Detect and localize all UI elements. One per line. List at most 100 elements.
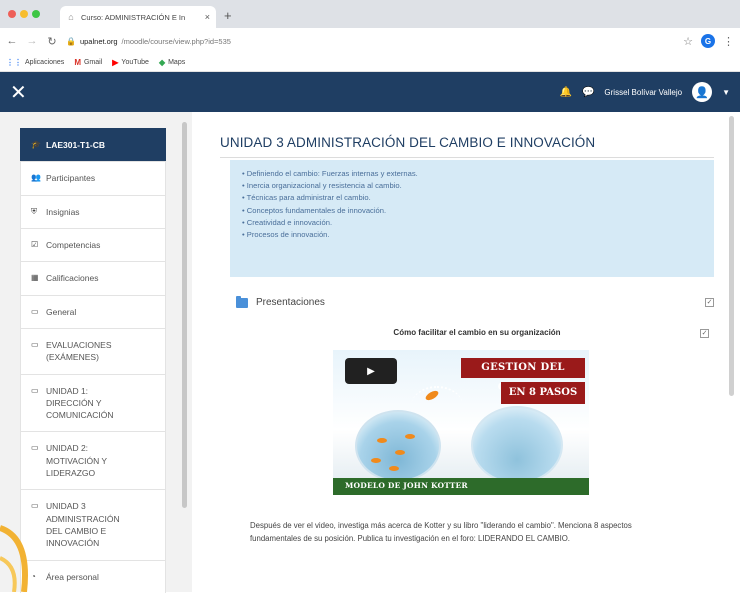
shield-icon: ⛨ [31, 206, 37, 216]
moodle-favicon-icon: ⌂ [68, 12, 74, 22]
bookmark-label: YouTube [121, 59, 149, 66]
drawer-item-label: UNIDAD 3 ADMINISTRACIÓN DEL CAMBIO E INN… [46, 501, 120, 549]
site-navbar: ✕ 🔔 💬 Grissel Bolívar Vallejo 👤 ▼ [0, 72, 740, 112]
drawer-list: 🎓 LAE301-T1-CB 👥 Participantes ⛨ Insigni… [20, 128, 166, 593]
topics-box: Definiendo el cambio: Fuerzas internas y… [230, 160, 714, 277]
course-content: UNIDAD 3 ADMINISTRACIÓN DEL CAMBIO E INN… [192, 112, 740, 592]
bookmark-label: Aplicaciones [25, 59, 65, 66]
bookmarks-bar: ⋮⋮ Aplicaciones M Gmail ▶ YouTube ◆ Maps [0, 54, 740, 72]
drawer-item-participantes[interactable]: 👥 Participantes [20, 161, 166, 195]
drawer-item-label: Insignias [46, 206, 80, 217]
bookmark-gmail[interactable]: M Gmail [74, 58, 102, 67]
close-window-dot[interactable] [8, 10, 16, 18]
topic-item: Procesos de innovación. [242, 229, 702, 241]
title-divider [220, 157, 714, 158]
back-arrow-icon[interactable]: ← [6, 35, 18, 47]
chevron-down-icon[interactable]: ▼ [722, 88, 730, 97]
folder-icon: ▭ [31, 443, 39, 453]
resource-label: Presentaciones [256, 297, 325, 308]
url-field[interactable]: 🔒 upalnet.org/moodle/course/view.php?id=… [66, 37, 675, 46]
tab-close-icon[interactable]: × [205, 12, 210, 22]
apps-icon: ⋮⋮ [6, 58, 22, 67]
drawer-item-unidad-3[interactable]: ▭ UNIDAD 3 ADMINISTRACIÓN DEL CAMBIO E I… [20, 489, 166, 560]
url-domain: upalnet.org [79, 36, 118, 46]
bookmark-apps[interactable]: ⋮⋮ Aplicaciones [6, 58, 64, 67]
youtube-icon: ▶ [112, 58, 119, 67]
messages-chat-icon[interactable]: 💬 [582, 87, 594, 98]
completion-checkbox[interactable]: ✓ [700, 329, 709, 338]
video-embed[interactable]: ▶ GESTION DEL CAMBIO EN 8 PASOS MODELO D… [333, 350, 589, 495]
topic-item: Inercia organizacional y resistencia al … [242, 180, 702, 192]
main-scrollbar[interactable] [729, 116, 734, 396]
drawer-item-evaluaciones[interactable]: ▭ EVALUACIONES (EXÁMENES) [20, 327, 166, 374]
drawer-item-area-personal[interactable]: ◔ Área personal [20, 559, 166, 593]
fish [371, 458, 381, 463]
fish [405, 434, 415, 439]
bookmark-maps[interactable]: ◆ Maps [159, 58, 185, 67]
minimize-window-dot[interactable] [20, 10, 28, 18]
fishbowl-right [471, 406, 563, 484]
drawer-item-unidad-1[interactable]: ▭ UNIDAD 1: DIRECCIÓN Y COMUNICACIÓN [20, 373, 166, 432]
graduation-cap-icon: 🎓 [31, 140, 41, 149]
folder-icon: ▭ [31, 306, 39, 316]
bookmark-label: Gmail [83, 59, 103, 66]
tab-title: Curso: ADMINISTRACIÓN E In [81, 12, 186, 22]
fish [395, 450, 405, 455]
new-tab-icon[interactable]: + [224, 8, 232, 23]
forward-arrow-icon[interactable]: → [26, 35, 38, 47]
bookmark-label: Maps [168, 59, 186, 66]
users-icon: 👥 [31, 173, 41, 183]
maps-icon: ◆ [158, 58, 166, 67]
drawer-item-label: Área personal [46, 571, 99, 582]
assignment-instructions: Después de ver el video, investiga más a… [250, 521, 632, 543]
drawer-item-insignias[interactable]: ⛨ Insignias [20, 194, 166, 228]
extension-icon[interactable]: G [701, 34, 715, 48]
drawer-item-general[interactable]: ▭ General [20, 294, 166, 328]
video-footer: MODELO DE JOHN KOTTER [333, 478, 589, 495]
reload-icon[interactable]: ↻ [46, 35, 58, 48]
gmail-icon: M [74, 58, 81, 67]
folder-icon [236, 295, 248, 308]
drawer-item-calificaciones[interactable]: ▦ Calificaciones [20, 261, 166, 295]
drawer-item-unidad-2[interactable]: ▭ UNIDAD 2: MOTIVACIÓN Y LIDERAZGO [20, 431, 166, 490]
folder-icon: ▭ [31, 385, 39, 395]
browser-menu-icon[interactable]: ⋮ [723, 35, 734, 48]
browser-tab-bar: ⌂ Curso: ADMINISTRACIÓN E In × + [0, 0, 740, 28]
drawer-item-label: Calificaciones [46, 273, 99, 284]
drawer-item-competencias[interactable]: ☑ Competencias [20, 227, 166, 262]
close-drawer-icon[interactable]: ✕ [10, 80, 40, 105]
drawer-item-label: EVALUACIONES (EXÁMENES) [46, 339, 112, 363]
user-name[interactable]: Grissel Bolívar Vallejo [604, 88, 682, 97]
folder-icon: ▭ [31, 339, 39, 349]
video-footer-text: MODELO DE JOHN KOTTER [345, 481, 468, 490]
drawer-item-label: General [46, 306, 77, 317]
topic-item: Definiendo el cambio: Fuerzas internas y… [242, 168, 702, 180]
video-banner-title: GESTION DEL CAMBIO [461, 358, 585, 393]
url-path: /moodle/course/view.php?id=535 [121, 36, 231, 46]
table-icon: ▦ [31, 273, 39, 283]
section-title: UNIDAD 3 ADMINISTRACIÓN DEL CAMBIO E INN… [220, 135, 596, 150]
bookmark-youtube[interactable]: ▶ YouTube [112, 58, 149, 67]
address-bar: ← → ↻ 🔒 upalnet.org/moodle/course/view.p… [0, 28, 740, 54]
browser-tab[interactable]: ⌂ Curso: ADMINISTRACIÓN E In × [60, 6, 216, 28]
notifications-bell-icon[interactable]: 🔔 [560, 87, 572, 98]
drawer-scrollbar[interactable] [182, 122, 187, 508]
fish [389, 466, 399, 471]
avatar[interactable]: 👤 [692, 82, 713, 102]
drawer-item-label: LAE301-T1-CB [46, 140, 106, 150]
drawer-item-course[interactable]: 🎓 LAE301-T1-CB [20, 128, 166, 162]
lock-icon: 🔒 [66, 36, 76, 46]
maximize-window-dot[interactable] [32, 10, 40, 18]
resource-presentaciones[interactable]: Presentaciones ✓ [236, 295, 714, 308]
drawer-item-label: UNIDAD 1: DIRECCIÓN Y COMUNICACIÓN [46, 385, 114, 421]
play-button[interactable]: ▶ [345, 358, 397, 384]
bookmark-star-icon[interactable]: ☆ [683, 35, 693, 48]
drawer-item-label: UNIDAD 2: MOTIVACIÓN Y LIDERAZGO [46, 443, 108, 479]
drawer-item-label: Competencias [46, 239, 101, 250]
checklist-icon: ☑ [31, 239, 39, 249]
topic-item: Creatividad e innovación. [242, 217, 702, 229]
video-banner-subtitle: EN 8 PASOS [501, 382, 585, 404]
topic-item: Conceptos fundamentales de innovación. [242, 205, 702, 217]
completion-checkbox[interactable]: ✓ [705, 298, 714, 307]
drawer-item-label: Participantes [46, 173, 96, 184]
